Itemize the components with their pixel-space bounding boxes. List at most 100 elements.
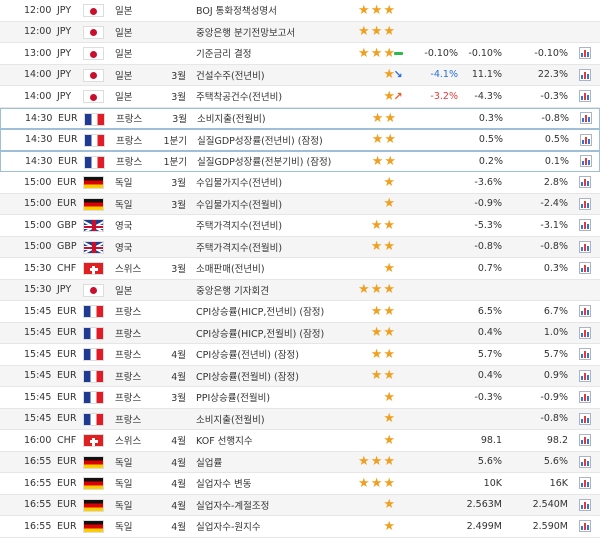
chart-icon[interactable]: [578, 301, 592, 322]
currency-code: EUR: [57, 305, 77, 317]
chart-icon[interactable]: [578, 344, 592, 365]
star-icon: ★: [370, 454, 383, 470]
calendar-row[interactable]: 14:00 JPY 일본 3월 주택착공건수(전년비) ★ ↗ -3.2% -4.3% -0.3%: [0, 86, 600, 108]
chart-icon[interactable]: [578, 237, 592, 258]
event-name[interactable]: 수입물가지수(전월비): [196, 194, 346, 215]
event-name[interactable]: 중앙은행 분기전망보고서: [196, 22, 346, 43]
calendar-row[interactable]: 16:55 EUR 독일 4월 실업자수 변동 ★ ★ ★ 10K 16K: [0, 473, 600, 495]
currency-code: EUR: [57, 456, 77, 468]
chart-icon[interactable]: [578, 22, 592, 43]
calendar-row[interactable]: 13:00 JPY 일본 기준금리 결정 ★ ★ ★ -0.10% -0.10% -0.10%: [0, 43, 600, 65]
calendar-row[interactable]: 15:45 EUR 프랑스 4월 CPI상승률(전년비) (잠정) ★ ★ 5.7% 5.7%: [0, 344, 600, 366]
chart-icon[interactable]: [579, 109, 593, 129]
event-name[interactable]: 실업자수-원지수: [196, 516, 346, 537]
country-flag-icon: [83, 434, 104, 447]
previous-value: 22.3%: [537, 69, 568, 81]
event-name[interactable]: CPI상승률(전월비) (잠정): [196, 366, 346, 387]
chart-icon[interactable]: [578, 516, 592, 537]
importance-stars: ★: [349, 194, 395, 215]
chart-icon[interactable]: [578, 366, 592, 387]
chart-icon[interactable]: [578, 194, 592, 215]
actual-value: [404, 172, 458, 193]
calendar-row[interactable]: 15:45 EUR 프랑스 4월 CPI상승률(전월비) (잠정) ★ ★ 0.4% 0.9%: [0, 365, 600, 387]
calendar-row[interactable]: 14:30 EUR 프랑스 1분기 실질GDP성장률(전년비) (잠정) ★ ★ 0.5% 0.…: [0, 129, 600, 151]
chart-icon[interactable]: [578, 86, 592, 107]
actual-value: [404, 452, 458, 473]
chart-icon[interactable]: [578, 215, 592, 236]
chart-icon[interactable]: [578, 323, 592, 344]
calendar-row[interactable]: 15:45 EUR 프랑스 CPI상승률(HICP,전년비) (잠정) ★ ★ 6.5% 6.…: [0, 301, 600, 323]
calendar-row[interactable]: 14:30 EUR 프랑스 1분기 실질GDP성장률(전분기비) (잠정) ★ ★ 0.2% 0…: [0, 150, 600, 172]
event-name[interactable]: 실질GDP성장률(전년비) (잠정): [197, 130, 347, 150]
event-name[interactable]: 건설수주(전년비): [196, 65, 346, 86]
event-name[interactable]: 주택가격지수(전월비): [196, 237, 346, 258]
event-name[interactable]: 기준금리 결정: [196, 43, 346, 64]
event-name[interactable]: 주택가격지수(전년비): [196, 215, 346, 236]
country-name: 프랑스: [116, 114, 143, 126]
event-name[interactable]: 실업률: [196, 452, 346, 473]
event-name[interactable]: CPI상승률(전년비) (잠정): [196, 344, 346, 365]
event-name[interactable]: CPI상승률(HICP,전년비) (잠정): [196, 301, 346, 322]
actual-value: [404, 516, 458, 537]
calendar-row[interactable]: 16:00 CHF 스위스 4월 KOF 선행지수 ★ 98.1 98.2: [0, 430, 600, 452]
country-flag-icon: [83, 326, 104, 340]
calendar-row[interactable]: 15:45 EUR 프랑스 CPI상승률(HICP,전월비) (잠정) ★ ★ 0.4% 1.…: [0, 322, 600, 344]
event-name[interactable]: 수입물가지수(전년비): [196, 172, 346, 193]
calendar-row[interactable]: 15:00 EUR 독일 3월 수입물가지수(전년비) ★ -3.6% 2.8%: [0, 172, 600, 194]
chart-icon[interactable]: [579, 130, 593, 150]
calendar-row[interactable]: 16:55 EUR 독일 4월 실업자수-계절조정 ★ 2.563M 2.540M: [0, 494, 600, 516]
calendar-row[interactable]: 15:30 JPY 일본 중앙은행 기자회견 ★ ★ ★: [0, 279, 600, 301]
chart-icon[interactable]: [578, 452, 592, 473]
chart-icon[interactable]: [578, 65, 592, 86]
chart-icon[interactable]: [578, 409, 592, 430]
event-name[interactable]: 실질GDP성장률(전분기비) (잠정): [197, 152, 347, 172]
event-period: 4월: [171, 457, 186, 469]
chart-icon[interactable]: [578, 258, 592, 279]
currency-code: EUR: [57, 391, 77, 403]
event-name[interactable]: 소비지출(전월비): [197, 109, 347, 129]
chart-icon[interactable]: [578, 172, 592, 193]
calendar-row[interactable]: 12:00 JPY 일본 중앙은행 분기전망보고서 ★ ★ ★: [0, 21, 600, 43]
event-name[interactable]: 실업자수 변동: [196, 473, 346, 494]
event-name[interactable]: 중앙은행 기자회견: [196, 280, 346, 301]
calendar-row[interactable]: 12:00 JPY 일본 BOJ 통화정책성명서 ★ ★ ★: [0, 0, 600, 22]
calendar-row[interactable]: 16:55 EUR 독일 4월 실업자수-원지수 ★ 2.499M 2.590M: [0, 516, 600, 538]
forecast-value: [462, 409, 502, 430]
calendar-row[interactable]: 15:30 CHF 스위스 3월 소매판매(전년비) ★ 0.7% 0.3%: [0, 258, 600, 280]
event-time: 16:55: [24, 477, 52, 489]
importance-stars: ★ ★: [350, 152, 396, 172]
event-period: 1분기: [163, 157, 187, 169]
chart-icon[interactable]: [578, 430, 592, 451]
country-name: 독일: [115, 457, 133, 469]
currency-code: EUR: [57, 499, 77, 511]
calendar-row[interactable]: 16:55 EUR 독일 4월 실업률 ★ ★ ★ 5.6% 5.6%: [0, 451, 600, 473]
chart-icon[interactable]: [578, 280, 592, 301]
calendar-row[interactable]: 15:00 GBP 영국 주택가격지수(전년비) ★ ★ -5.3% -3.1%: [0, 215, 600, 237]
country-flag-icon: [83, 176, 104, 189]
calendar-row[interactable]: 15:00 EUR 독일 3월 수입물가지수(전월비) ★ -0.9% -2.4%: [0, 193, 600, 215]
calendar-row[interactable]: 15:45 EUR 프랑스 소비지출(전월비) ★ -0.8%: [0, 408, 600, 430]
event-name[interactable]: 소매판매(전년비): [196, 258, 346, 279]
trend-indicator-icon: [392, 237, 404, 258]
event-name[interactable]: 소비지출(전월비): [196, 409, 346, 430]
actual-value: -0.10%: [424, 47, 458, 59]
event-name[interactable]: CPI상승률(HICP,전월비) (잠정): [196, 323, 346, 344]
event-name[interactable]: BOJ 통화정책성명서: [196, 0, 346, 21]
event-name[interactable]: 실업자수-계절조정: [196, 495, 346, 516]
event-name[interactable]: KOF 선행지수: [196, 430, 346, 451]
currency-code: EUR: [57, 327, 77, 339]
event-name[interactable]: PPI상승률(전월비): [196, 387, 346, 408]
chart-icon[interactable]: [578, 43, 592, 64]
calendar-row[interactable]: 15:45 EUR 프랑스 3월 PPI상승률(전월비) ★ -0.3% -0.9%: [0, 387, 600, 409]
calendar-row[interactable]: 14:30 EUR 프랑스 3월 소비지출(전월비) ★ ★ 0.3% -0.8%: [0, 107, 600, 129]
event-name[interactable]: 주택착공건수(전년비): [196, 86, 346, 107]
calendar-row[interactable]: 15:00 GBP 영국 주택가격지수(전월비) ★ ★ -0.8% -0.8%: [0, 236, 600, 258]
chart-icon[interactable]: [578, 0, 592, 21]
forecast-value: 6.5%: [477, 305, 502, 317]
chart-icon[interactable]: [578, 387, 592, 408]
chart-icon[interactable]: [578, 495, 592, 516]
calendar-row[interactable]: 14:00 JPY 일본 3월 건설수주(전년비) ★ ↘ -4.1% 11.1% 22.3%: [0, 64, 600, 86]
actual-value: [404, 301, 458, 322]
chart-icon[interactable]: [579, 152, 593, 172]
chart-icon[interactable]: [578, 473, 592, 494]
